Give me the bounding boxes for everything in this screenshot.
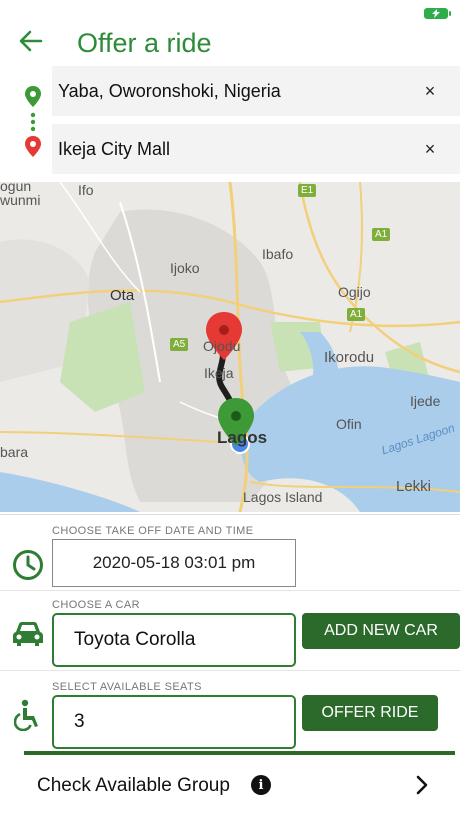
origin-text: Yaba, Oworonshoki, Nigeria bbox=[58, 80, 281, 101]
chevron-right-icon bbox=[416, 775, 428, 795]
route-panel: Yaba, Oworonshoki, Nigeria × Ikeja City … bbox=[0, 66, 460, 182]
clock-icon bbox=[13, 550, 43, 580]
arrow-left-icon bbox=[19, 30, 43, 52]
map-label-ijoko: Ijoko bbox=[170, 260, 200, 276]
map-label-ijede: Ijede bbox=[410, 393, 441, 409]
map-label-bara: bara bbox=[0, 444, 29, 460]
car-icon bbox=[13, 622, 43, 646]
check-available-group-label: Check Available Group bbox=[37, 775, 230, 796]
origin-field[interactable]: Yaba, Oworonshoki, Nigeria × bbox=[52, 66, 460, 116]
offer-ride-button[interactable]: OFFER RIDE bbox=[302, 695, 438, 731]
seats-section: SELECT AVAILABLE SEATS 3 OFFER RIDE bbox=[0, 671, 460, 751]
route-map[interactable]: ogun wunmi Ifo Ijoko Ibafo Ota Ogijo Ojo… bbox=[0, 182, 460, 512]
map-label-ojodu: Ojodu bbox=[203, 338, 241, 354]
road-badge-e1: E1 bbox=[298, 184, 317, 197]
check-available-group-row[interactable]: Check Available Group i bbox=[0, 755, 460, 818]
car-section: CHOOSE A CAR Toyota Corolla ADD NEW CAR bbox=[0, 591, 460, 671]
map-label-ibafo: Ibafo bbox=[262, 246, 294, 262]
status-bar bbox=[0, 0, 460, 24]
destination-field[interactable]: Ikeja City Mall × bbox=[52, 124, 460, 174]
road-badge-a5: A5 bbox=[170, 338, 189, 351]
add-new-car-button[interactable]: ADD NEW CAR bbox=[302, 613, 460, 649]
ride-form: CHOOSE TAKE OFF DATE AND TIME 2020-05-18… bbox=[0, 514, 460, 818]
road-badge-a1: A1 bbox=[347, 308, 366, 321]
map-label-lagos: Lagos bbox=[217, 428, 268, 447]
wheelchair-icon bbox=[14, 699, 38, 731]
back-button[interactable] bbox=[14, 24, 48, 58]
datetime-label: CHOOSE TAKE OFF DATE AND TIME bbox=[52, 525, 254, 537]
info-icon[interactable]: i bbox=[251, 775, 271, 795]
clear-destination-button[interactable]: × bbox=[420, 139, 440, 159]
seats-input[interactable]: 3 bbox=[52, 695, 296, 749]
road-badge-a1: A1 bbox=[372, 228, 391, 241]
origin-pin-icon bbox=[25, 86, 41, 107]
map-label-wunmi: wunmi bbox=[0, 192, 41, 208]
header: Offer a ride bbox=[0, 24, 460, 64]
battery-icon bbox=[424, 8, 451, 19]
map-label-lagos-island: Lagos Island bbox=[243, 489, 323, 505]
datetime-field[interactable]: 2020-05-18 03:01 pm bbox=[52, 539, 296, 587]
map-label-ikorodu: Ikorodu bbox=[324, 349, 375, 366]
destination-pin-icon bbox=[25, 136, 41, 157]
page-title: Offer a ride bbox=[77, 28, 212, 58]
map-label-ofin: Ofin bbox=[336, 416, 362, 432]
datetime-section: CHOOSE TAKE OFF DATE AND TIME 2020-05-18… bbox=[0, 515, 460, 591]
car-label: CHOOSE A CAR bbox=[52, 599, 140, 611]
map-label-ota: Ota bbox=[110, 287, 135, 304]
map-label-ikeja: Ikeja bbox=[204, 365, 234, 381]
map-label-ifo: Ifo bbox=[78, 182, 94, 198]
car-select[interactable]: Toyota Corolla bbox=[52, 613, 296, 667]
seats-label: SELECT AVAILABLE SEATS bbox=[52, 681, 202, 693]
clear-origin-button[interactable]: × bbox=[420, 81, 440, 101]
map-label-ogijo: Ogijo bbox=[338, 284, 371, 300]
route-indicator bbox=[25, 86, 41, 157]
destination-text: Ikeja City Mall bbox=[58, 138, 171, 159]
map-label-lekki: Lekki bbox=[396, 478, 432, 495]
